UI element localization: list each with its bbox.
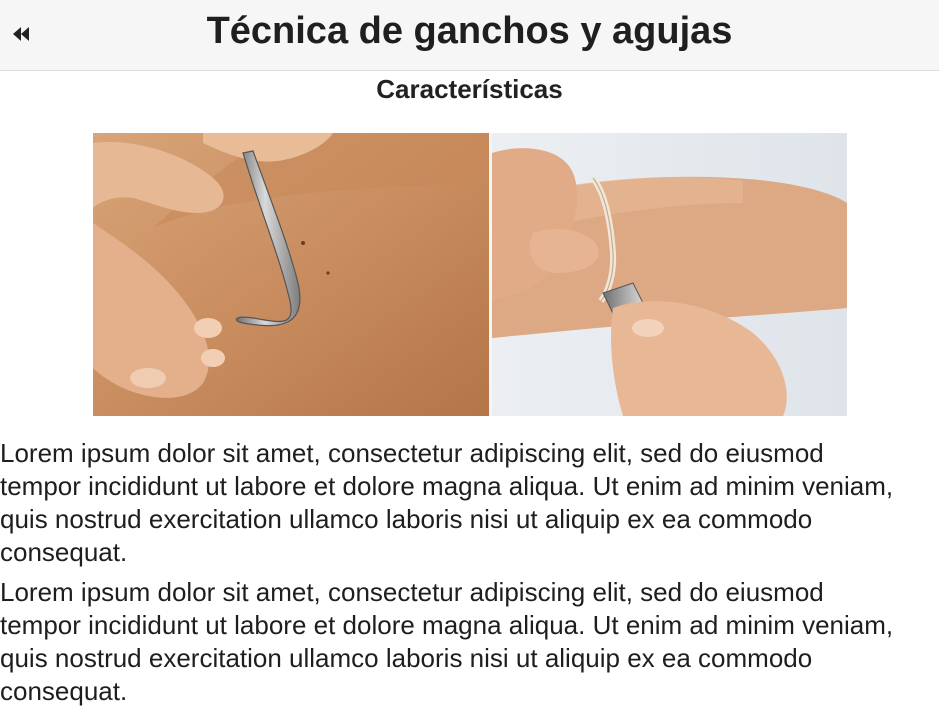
- paragraph-1: Lorem ipsum dolor sit amet, consectetur …: [0, 438, 894, 567]
- paragraph-2: Lorem ipsum dolor sit amet, consectetur …: [0, 577, 894, 706]
- content-body: Lorem ipsum dolor sit amet, consectetur …: [0, 437, 900, 715]
- page-title: Técnica de ganchos y agujas: [206, 10, 733, 52]
- right-photo: [492, 133, 847, 416]
- left-photo: [93, 133, 489, 416]
- section-subtitle: Características: [376, 74, 563, 104]
- technique-image: [93, 133, 847, 416]
- top-bar: Técnica de ganchos y agujas: [0, 0, 939, 71]
